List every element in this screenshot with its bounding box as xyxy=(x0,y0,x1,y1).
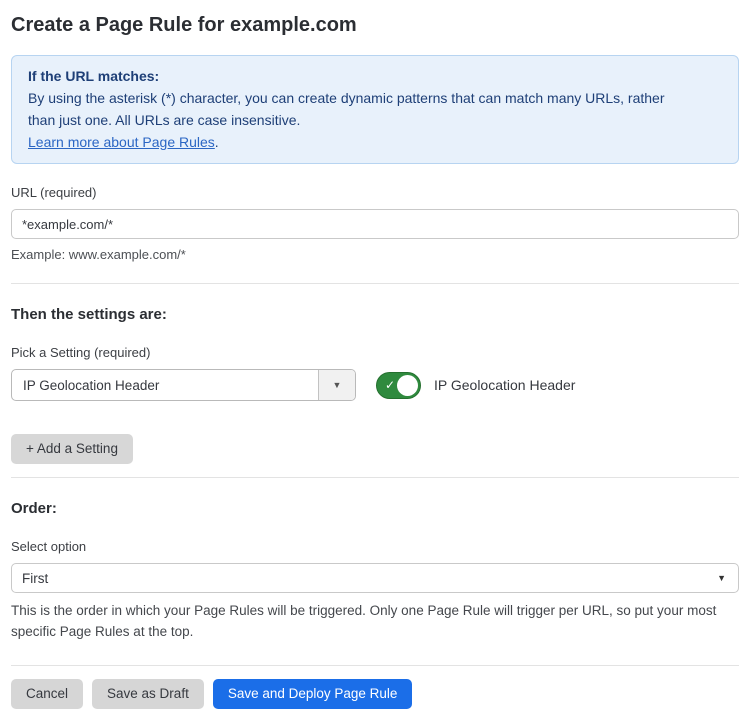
url-example-helper: Example: www.example.com/* xyxy=(11,245,739,265)
setting-dropdown[interactable]: IP Geolocation Header ▼ xyxy=(11,369,356,401)
order-dropdown[interactable]: First ▼ xyxy=(11,563,739,593)
info-banner-heading: If the URL matches: xyxy=(28,65,722,87)
pick-setting-label: Pick a Setting (required) xyxy=(11,345,739,361)
settings-section-heading: Then the settings are: xyxy=(11,305,739,324)
footer-divider xyxy=(11,665,739,666)
url-input[interactable] xyxy=(11,209,739,239)
create-page-rule-form: Create a Page Rule for example.com If th… xyxy=(0,0,750,721)
toggle-label: IP Geolocation Header xyxy=(434,377,575,393)
section-divider xyxy=(11,283,739,284)
link-period: . xyxy=(215,134,219,150)
url-match-info-banner: If the URL matches: By using the asteris… xyxy=(11,55,739,164)
ip-geolocation-toggle[interactable]: ✓ xyxy=(376,372,421,399)
info-banner-link-line: Learn more about Page Rules. xyxy=(28,131,722,153)
chevron-down-icon[interactable]: ▼ xyxy=(318,370,355,400)
section-divider xyxy=(11,477,739,478)
page-title: Create a Page Rule for example.com xyxy=(11,12,739,38)
order-helper-text: This is the order in which your Page Rul… xyxy=(11,600,739,642)
setting-toggle-group: ✓ IP Geolocation Header xyxy=(376,372,575,399)
footer-actions: Cancel Save as Draft Save and Deploy Pag… xyxy=(11,679,739,709)
chevron-down-icon: ▼ xyxy=(717,573,726,583)
add-setting-button[interactable]: + Add a Setting xyxy=(11,434,133,464)
order-section-heading: Order: xyxy=(11,499,739,518)
toggle-knob xyxy=(397,375,418,396)
save-draft-button[interactable]: Save as Draft xyxy=(92,679,204,709)
learn-more-link[interactable]: Learn more about Page Rules xyxy=(28,134,215,150)
order-select-label: Select option xyxy=(11,539,739,555)
check-icon: ✓ xyxy=(385,379,395,391)
cancel-button[interactable]: Cancel xyxy=(11,679,83,709)
info-banner-body: By using the asterisk (*) character, you… xyxy=(28,87,688,131)
save-deploy-button[interactable]: Save and Deploy Page Rule xyxy=(213,679,413,709)
order-dropdown-value: First xyxy=(22,571,48,586)
setting-row: IP Geolocation Header ▼ ✓ IP Geolocation… xyxy=(11,369,739,401)
setting-dropdown-value: IP Geolocation Header xyxy=(12,370,318,400)
url-field-label: URL (required) xyxy=(11,185,739,201)
